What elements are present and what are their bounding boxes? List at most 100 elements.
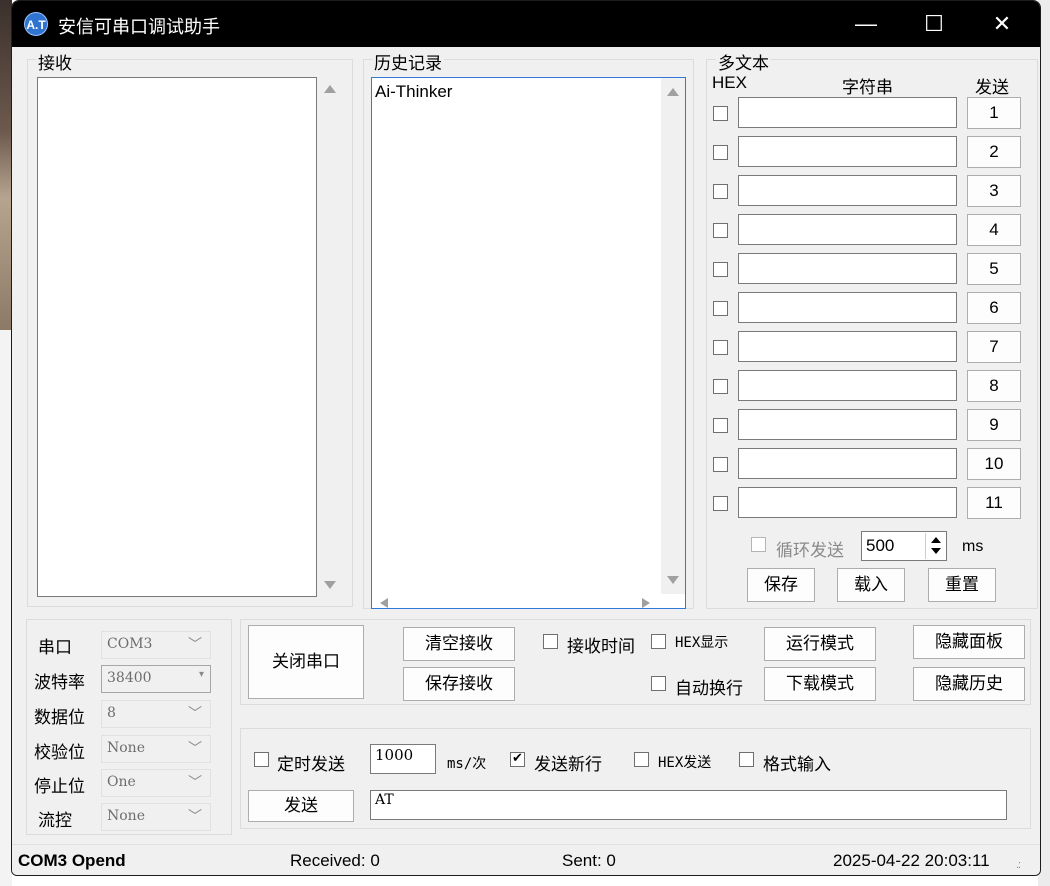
databits-value: 8	[107, 705, 116, 721]
databits-select[interactable]: 8 ﹀	[101, 700, 211, 728]
loop-send-label: 循环发送	[776, 541, 844, 560]
run-mode-button[interactable]: 运行模式	[764, 627, 876, 661]
port-select[interactable]: COM3 ﹀	[101, 631, 211, 659]
auto-wrap-checkbox[interactable]	[651, 676, 666, 691]
send-row-button-3[interactable]: 3	[967, 175, 1021, 207]
baud-label: 波特率	[34, 673, 85, 692]
hex-send-checkbox[interactable]	[634, 752, 649, 767]
multitext-save-button[interactable]: 保存	[747, 568, 815, 602]
string-input-4[interactable]	[738, 214, 957, 245]
send-row-button-2[interactable]: 2	[967, 136, 1021, 168]
send-row-button-9[interactable]: 9	[967, 409, 1021, 441]
resize-grip-icon[interactable]: .:	[1016, 859, 1021, 871]
string-input-1[interactable]	[738, 97, 957, 128]
hex-checkbox-2[interactable]	[713, 145, 728, 160]
format-input-checkbox[interactable]	[739, 752, 754, 767]
multitext-reset-button[interactable]: 重置	[928, 568, 996, 602]
send-input[interactable]: AT	[370, 790, 1007, 820]
spinner-down-icon[interactable]	[931, 548, 941, 554]
save-receive-button[interactable]: 保存接收	[403, 667, 515, 701]
hide-panel-button[interactable]: 隐藏面板	[913, 625, 1025, 659]
receive-scroll-up-icon[interactable]	[324, 85, 336, 93]
timed-send-checkbox[interactable]	[254, 752, 269, 767]
stopbits-label: 停止位	[34, 777, 85, 796]
history-scroll-up-icon[interactable]	[667, 88, 679, 96]
history-scrollbar[interactable]	[661, 78, 685, 594]
hex-checkbox-8[interactable]	[713, 379, 728, 394]
parity-select[interactable]: None ﹀	[101, 735, 211, 763]
loop-unit-label: ms	[962, 538, 984, 555]
string-input-2[interactable]	[738, 136, 957, 167]
receive-label: 接收	[36, 49, 74, 74]
receive-time-checkbox[interactable]	[543, 634, 558, 649]
databits-label: 数据位	[34, 708, 85, 727]
multitext-load-button[interactable]: 载入	[837, 568, 905, 602]
flow-select[interactable]: None ﹀	[101, 803, 211, 831]
string-input-3[interactable]	[738, 175, 957, 206]
format-input-label: 格式输入	[763, 755, 831, 774]
app-logo-icon: A.T	[24, 12, 48, 36]
received-count-text: Received: 0	[290, 851, 380, 870]
send-row-button-10[interactable]: 10	[967, 448, 1021, 480]
hex-checkbox-6[interactable]	[713, 301, 728, 316]
send-newline-checkbox[interactable]	[510, 750, 525, 767]
baud-select[interactable]: 38400 ▾	[101, 665, 211, 693]
multitext-label: 多文本	[716, 49, 771, 74]
clear-receive-button[interactable]: 清空接收	[403, 627, 515, 661]
receive-scroll-down-icon[interactable]	[324, 581, 336, 589]
string-input-8[interactable]	[738, 370, 957, 401]
hex-display-checkbox[interactable]	[651, 634, 666, 649]
minimize-button[interactable]: —	[832, 1, 900, 47]
send-row-button-5[interactable]: 5	[967, 253, 1021, 285]
hex-display-label: HEX显示	[675, 632, 728, 652]
close-port-button[interactable]: 关闭串口	[248, 625, 364, 699]
spinner-up-icon[interactable]	[931, 537, 941, 543]
flow-value: None	[107, 808, 145, 824]
hex-checkbox-1[interactable]	[713, 106, 728, 121]
hide-history-button[interactable]: 隐藏历史	[913, 667, 1025, 701]
send-row-button-7[interactable]: 7	[967, 331, 1021, 363]
hex-checkbox-3[interactable]	[713, 184, 728, 199]
history-scroll-left-icon[interactable]	[380, 598, 388, 608]
hex-checkbox-5[interactable]	[713, 262, 728, 277]
sent-count-text: Sent: 0	[562, 851, 616, 870]
hex-checkbox-10[interactable]	[713, 457, 728, 472]
hex-column-header: HEX	[712, 73, 747, 92]
timed-interval-input[interactable]: 1000	[370, 744, 436, 774]
download-mode-button[interactable]: 下载模式	[764, 667, 876, 701]
title-bar[interactable]: A.T 安信可串口调试助手 — ☐ ✕	[12, 1, 1040, 47]
string-input-6[interactable]	[738, 292, 957, 323]
chevron-down-icon: ﹀	[188, 637, 202, 653]
send-row-button-4[interactable]: 4	[967, 214, 1021, 246]
string-input-9[interactable]	[738, 409, 957, 440]
hex-checkbox-4[interactable]	[713, 223, 728, 238]
hex-checkbox-11[interactable]	[713, 496, 728, 511]
send-row-button-11[interactable]: 11	[967, 487, 1021, 519]
close-button[interactable]: ✕	[968, 1, 1036, 47]
history-list[interactable]: Ai-Thinker	[371, 77, 686, 609]
chevron-down-icon: ﹀	[188, 809, 202, 825]
send-row-button-1[interactable]: 1	[967, 97, 1021, 129]
loop-interval-spinner[interactable]	[925, 533, 945, 559]
history-scroll-right-icon[interactable]	[642, 598, 650, 608]
send-row-button-8[interactable]: 8	[967, 370, 1021, 402]
send-newline-label: 发送新行	[534, 755, 602, 774]
string-input-5[interactable]	[738, 253, 957, 284]
history-item[interactable]: Ai-Thinker	[375, 82, 452, 102]
maximize-button[interactable]: ☐	[900, 1, 968, 47]
hex-checkbox-9[interactable]	[713, 418, 728, 433]
string-input-11[interactable]	[738, 487, 957, 518]
hex-checkbox-7[interactable]	[713, 340, 728, 355]
history-scroll-down-icon[interactable]	[667, 576, 679, 584]
send-button[interactable]: 发送	[248, 790, 354, 822]
stopbits-select[interactable]: One ﹀	[101, 769, 211, 797]
string-input-10[interactable]	[738, 448, 957, 479]
baud-value: 38400	[107, 670, 152, 686]
datetime-text: 2025-04-22 20:03:11	[833, 851, 990, 870]
timed-send-label: 定时发送	[277, 755, 345, 774]
receive-textarea[interactable]	[37, 77, 317, 597]
loop-send-checkbox[interactable]	[751, 537, 766, 552]
string-input-7[interactable]	[738, 331, 957, 362]
port-status-text: COM3 Opend	[18, 851, 126, 870]
send-row-button-6[interactable]: 6	[967, 292, 1021, 324]
